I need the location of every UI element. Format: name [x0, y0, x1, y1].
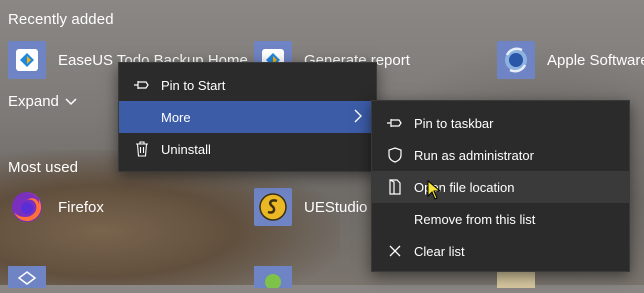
menu-item-more[interactable]: More	[119, 101, 376, 133]
menu-item-label: Pin to Start	[161, 77, 226, 93]
submenu: Pin to taskbar Run as administrator Open…	[371, 100, 630, 272]
apple-software-icon	[497, 41, 535, 79]
mouse-cursor	[427, 179, 442, 205]
most-used-heading: Most used	[8, 159, 79, 176]
expand-button[interactable]: Expand	[8, 93, 77, 110]
pin-icon	[386, 114, 404, 132]
chevron-right-icon	[354, 109, 362, 126]
app-label: Firefox	[58, 198, 104, 216]
app-apple-software[interactable]: Apple Software	[497, 40, 644, 80]
menu-item-clear-list[interactable]: Clear list	[372, 235, 629, 267]
chevron-down-icon	[65, 93, 77, 110]
menu-item-open-file-location[interactable]: Open file location	[372, 171, 629, 203]
menu-item-label: Pin to taskbar	[414, 115, 494, 131]
app-label: Apple Software	[547, 51, 644, 69]
menu-item-label: Remove from this list	[414, 211, 536, 227]
menu-item-label: Clear list	[414, 243, 465, 259]
menu-item-label: Uninstall	[161, 141, 211, 157]
trash-icon	[133, 140, 151, 158]
shield-icon	[386, 146, 404, 164]
easeus-icon	[8, 41, 46, 79]
menu-item-uninstall[interactable]: Uninstall	[119, 133, 376, 165]
app-firefox[interactable]: Firefox	[8, 187, 104, 227]
recently-added-heading: Recently added	[8, 11, 114, 28]
uestudio-icon	[254, 188, 292, 226]
expand-label: Expand	[8, 93, 59, 110]
firefox-icon	[8, 188, 46, 226]
app-uestudio[interactable]: UEStudio	[254, 187, 367, 227]
menu-item-pin-to-start[interactable]: Pin to Start	[119, 69, 376, 101]
pin-icon	[133, 76, 151, 94]
menu-item-remove-from-list[interactable]: Remove from this list	[372, 203, 629, 235]
menu-item-label: Run as administrator	[414, 147, 534, 163]
context-menu: Pin to Start More Uninstall	[118, 62, 377, 172]
folder-icon	[386, 178, 404, 196]
menu-item-pin-to-taskbar[interactable]: Pin to taskbar	[372, 107, 629, 139]
menu-item-label: More	[161, 109, 191, 125]
app-label: UEStudio	[304, 198, 368, 216]
close-icon	[386, 242, 404, 260]
menu-item-run-as-administrator[interactable]: Run as administrator	[372, 139, 629, 171]
